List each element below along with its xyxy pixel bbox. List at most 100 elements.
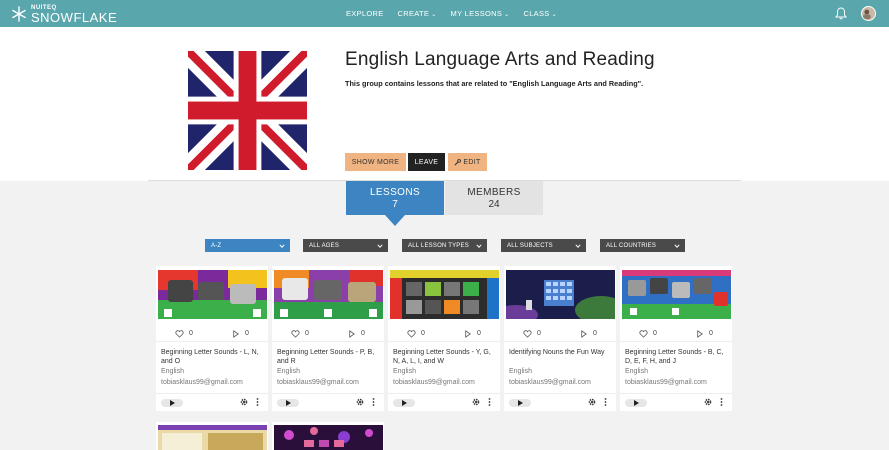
country-filter-select[interactable]: ALL COUNTRIES bbox=[600, 239, 685, 252]
gear-icon[interactable] bbox=[240, 398, 248, 406]
lesson-card-footer bbox=[272, 393, 384, 411]
play-button[interactable] bbox=[161, 399, 183, 407]
more-vertical-icon[interactable] bbox=[372, 397, 375, 407]
group-description: This group contains lessons that are rel… bbox=[345, 79, 644, 88]
gear-icon[interactable] bbox=[356, 398, 364, 406]
play-icon bbox=[401, 400, 407, 406]
lesson-card-footer bbox=[156, 393, 268, 411]
likes-stat: 0 bbox=[407, 329, 425, 338]
bell-icon[interactable] bbox=[835, 7, 847, 20]
lesson-thumbnail[interactable] bbox=[506, 270, 615, 319]
lesson-author: tobiasklaus99@gmail.com bbox=[625, 379, 707, 386]
lesson-stats: 0 0 bbox=[504, 326, 616, 342]
tab-lessons[interactable]: LESSONS 7 bbox=[346, 181, 444, 215]
lesson-title[interactable]: Identifying Nouns the Fun Way bbox=[509, 348, 612, 357]
lesson-author: tobiasklaus99@gmail.com bbox=[509, 379, 591, 386]
play-icon bbox=[285, 400, 291, 406]
age-filter-value: ALL AGES bbox=[309, 242, 340, 249]
lesson-card[interactable]: 0 0 Beginning Letter Sounds - Y, G, N, A… bbox=[388, 266, 500, 411]
chevron-down-icon bbox=[674, 243, 680, 248]
tab-members[interactable]: MEMBERS 24 bbox=[445, 181, 543, 215]
chevron-down-icon bbox=[377, 243, 383, 248]
lesson-title[interactable]: Beginning Letter Sounds - P, B, and R bbox=[277, 348, 380, 366]
play-count-icon bbox=[581, 329, 587, 338]
page-title: English Language Arts and Reading bbox=[345, 49, 655, 70]
lesson-card[interactable] bbox=[156, 422, 268, 450]
tab-lessons-label: LESSONS bbox=[369, 186, 421, 198]
lesson-stats: 0 0 bbox=[388, 326, 500, 342]
edit-button-label: EDIT bbox=[463, 158, 481, 166]
subject-filter-select[interactable]: ALL SUBJECTS bbox=[501, 239, 586, 252]
chevron-down-icon: ⌄ bbox=[551, 12, 557, 18]
lesson-subject: English bbox=[161, 368, 184, 375]
plays-count: 0 bbox=[709, 330, 713, 337]
play-button[interactable] bbox=[393, 399, 415, 407]
show-more-button[interactable]: SHOW MORE bbox=[345, 153, 406, 171]
union-jack-flag-image bbox=[188, 51, 307, 170]
gear-icon[interactable] bbox=[588, 398, 596, 406]
lesson-author: tobiasklaus99@gmail.com bbox=[393, 379, 475, 386]
lesson-card[interactable]: 0 0 Identifying Nouns the Fun Way Englis… bbox=[504, 266, 616, 411]
lesson-title[interactable]: Beginning Letter Sounds - B, C, D, E, F,… bbox=[625, 348, 728, 366]
user-avatar[interactable] bbox=[861, 6, 876, 21]
likes-stat: 0 bbox=[175, 329, 193, 338]
sort-select[interactable]: A-Z bbox=[205, 239, 290, 252]
chevron-down-icon bbox=[476, 243, 482, 248]
gear-icon[interactable] bbox=[472, 398, 480, 406]
lesson-thumbnail[interactable] bbox=[390, 270, 499, 319]
nav-create[interactable]: CREATE ⌄ bbox=[398, 9, 437, 18]
nav-explore[interactable]: EXPLORE bbox=[346, 9, 384, 18]
lesson-title[interactable]: Beginning Letter Sounds - Y, G, N, A, L,… bbox=[393, 348, 496, 366]
chevron-down-icon bbox=[575, 243, 581, 248]
lesson-card[interactable] bbox=[272, 422, 384, 450]
lesson-thumbnail[interactable] bbox=[622, 270, 731, 319]
nav-class[interactable]: CLASS ⌄ bbox=[524, 9, 557, 18]
lesson-type-filter-select[interactable]: ALL LESSON TYPES bbox=[402, 239, 487, 252]
play-count-icon bbox=[465, 329, 471, 338]
plays-count: 0 bbox=[477, 330, 481, 337]
nav-my-lessons[interactable]: MY LESSONS ⌄ bbox=[451, 9, 510, 18]
lesson-card[interactable]: 0 0 Beginning Letter Sounds - L, N, and … bbox=[156, 266, 268, 411]
lesson-thumbnail[interactable] bbox=[158, 270, 267, 319]
lesson-card[interactable]: 0 0 Beginning Letter Sounds - P, B, and … bbox=[272, 266, 384, 411]
age-filter-select[interactable]: ALL AGES bbox=[303, 239, 388, 252]
lesson-title[interactable]: Beginning Letter Sounds - L, N, and O bbox=[161, 348, 264, 366]
nav-class-label: CLASS bbox=[523, 9, 550, 18]
more-vertical-icon[interactable] bbox=[604, 397, 607, 407]
lesson-thumbnail[interactable] bbox=[274, 425, 383, 450]
nav-create-label: CREATE bbox=[397, 9, 430, 18]
heart-icon bbox=[291, 329, 300, 338]
likes-stat: 0 bbox=[523, 329, 541, 338]
lesson-card[interactable]: 0 0 Beginning Letter Sounds - B, C, D, E… bbox=[620, 266, 732, 411]
nav-my-lessons-label: MY LESSONS bbox=[450, 9, 503, 18]
plays-stat: 0 bbox=[347, 329, 365, 338]
heart-icon bbox=[175, 329, 184, 338]
lesson-author: tobiasklaus99@gmail.com bbox=[277, 379, 359, 386]
more-vertical-icon[interactable] bbox=[256, 397, 259, 407]
main-nav: EXPLORE CREATE ⌄ MY LESSONS ⌄ CLASS ⌄ bbox=[346, 0, 557, 27]
more-vertical-icon[interactable] bbox=[720, 397, 723, 407]
play-button[interactable] bbox=[277, 399, 299, 407]
chevron-down-icon: ⌄ bbox=[504, 12, 510, 18]
lesson-subject: English bbox=[393, 368, 416, 375]
likes-count: 0 bbox=[189, 330, 193, 337]
top-navigation-bar: NUITEQ SNOWFLAKE EXPLORE CREATE ⌄ MY LESS… bbox=[0, 0, 889, 27]
lesson-subject: English bbox=[509, 368, 532, 375]
more-vertical-icon[interactable] bbox=[488, 397, 491, 407]
snowflake-logo[interactable]: NUITEQ SNOWFLAKE bbox=[11, 4, 117, 24]
edit-group-button[interactable]: EDIT bbox=[448, 153, 487, 171]
plays-stat: 0 bbox=[695, 329, 713, 338]
heart-icon bbox=[523, 329, 532, 338]
lesson-thumbnail[interactable] bbox=[274, 270, 383, 319]
play-icon bbox=[169, 400, 175, 406]
lesson-stats: 0 0 bbox=[272, 326, 384, 342]
likes-stat: 0 bbox=[639, 329, 657, 338]
gear-icon[interactable] bbox=[704, 398, 712, 406]
sort-select-value: A-Z bbox=[211, 242, 222, 249]
play-button[interactable] bbox=[509, 399, 531, 407]
lesson-thumbnail[interactable] bbox=[158, 425, 267, 450]
play-button[interactable] bbox=[625, 399, 647, 407]
leave-group-button[interactable]: LEAVE bbox=[408, 153, 445, 171]
subject-filter-value: ALL SUBJECTS bbox=[507, 242, 553, 249]
likes-count: 0 bbox=[305, 330, 309, 337]
